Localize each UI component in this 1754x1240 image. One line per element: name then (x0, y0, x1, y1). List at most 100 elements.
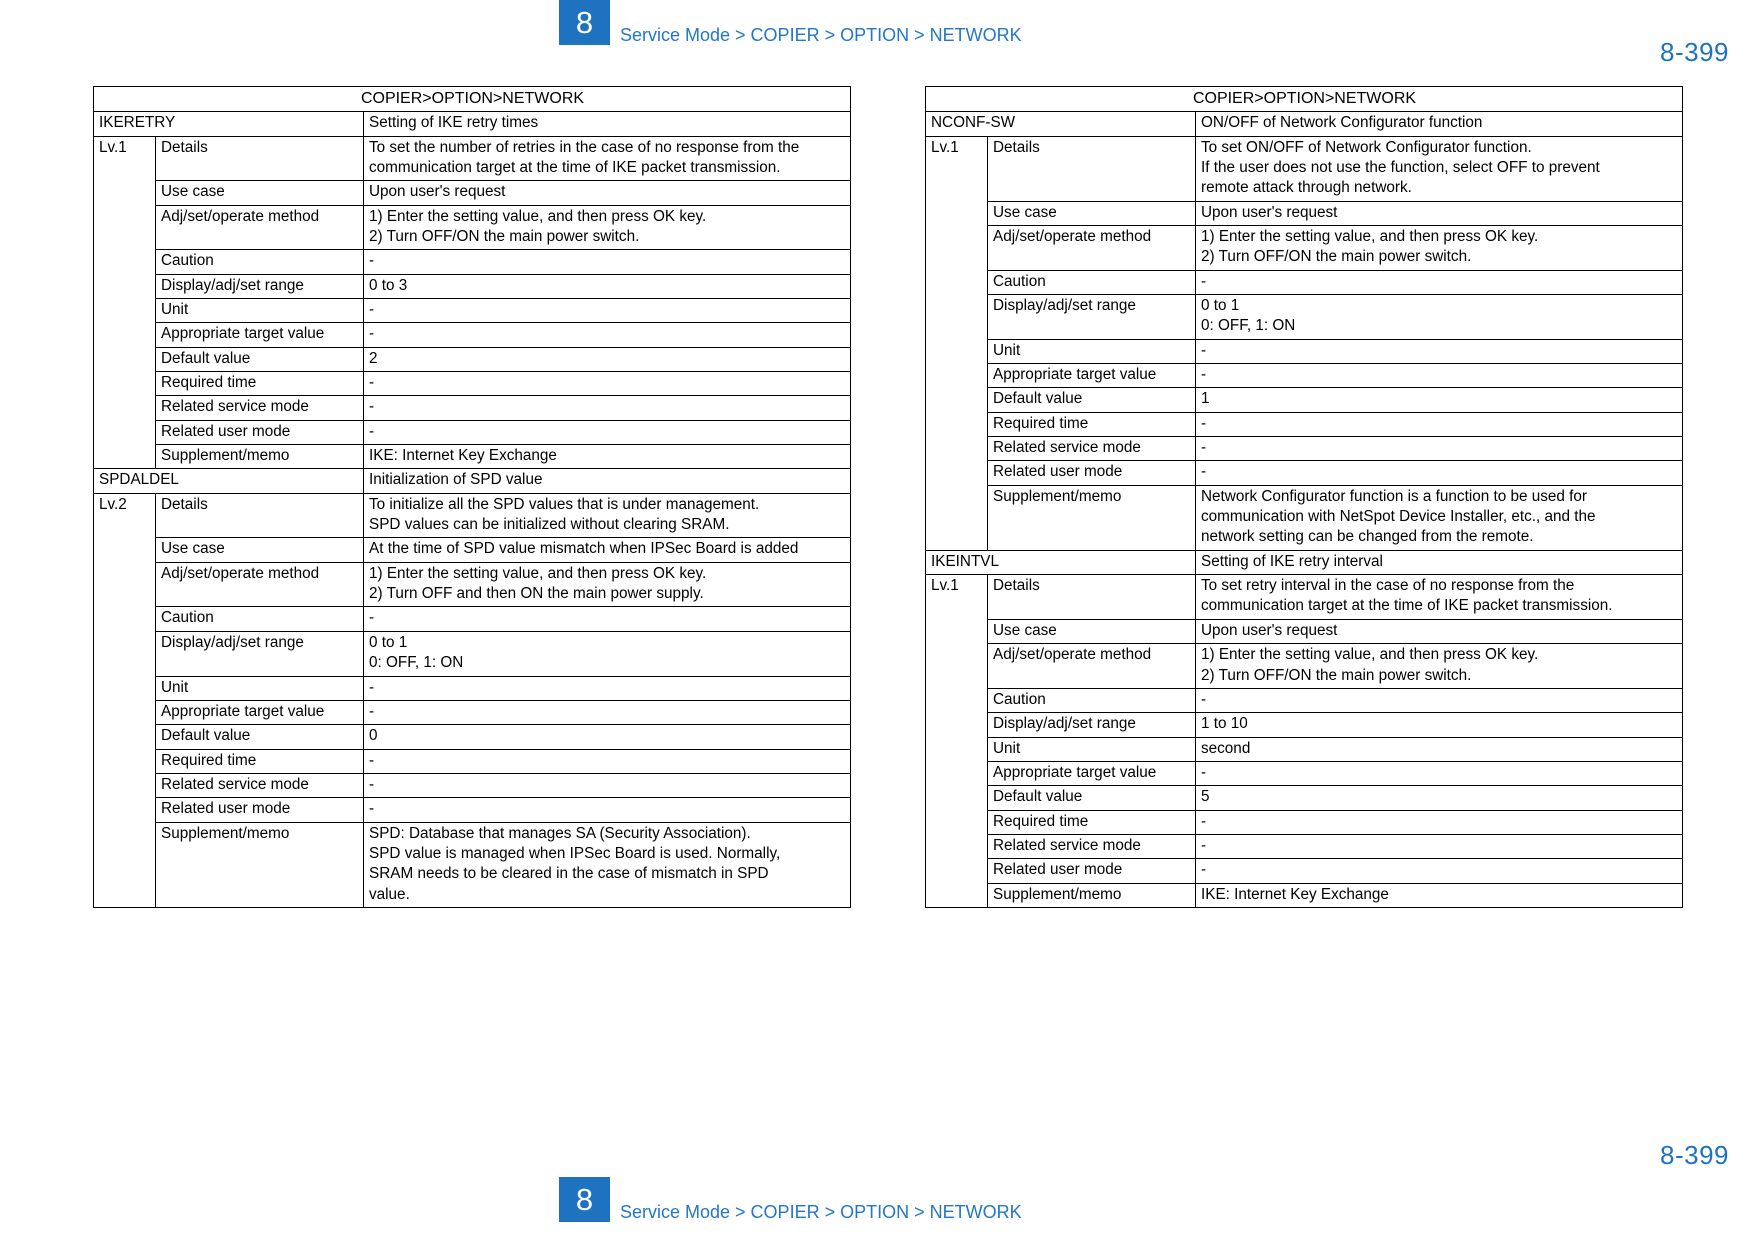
row-value-range: 1 to 10 (1194, 712, 1684, 738)
row-value-method: 1) Enter the setting value, and then pre… (362, 561, 852, 608)
row-label-unit: Unit (155, 298, 364, 324)
table-row: Lv.2 Details To initialize all the SPD val… (93, 492, 852, 908)
row-value-caution: - (362, 249, 852, 275)
row-value-use-case: Upon user's request (1194, 200, 1684, 226)
row-value-use-case: Upon user's request (362, 180, 852, 206)
chapter-badge: 8 (559, 0, 610, 45)
table-row: Display/adj/set range 0 to 1 0: OFF, 1: ON (926, 294, 1684, 340)
row-label-target: Appropriate target value (987, 363, 1196, 389)
row-value-range: 0 to 3 (362, 273, 852, 300)
row-value-default: 5 (1194, 785, 1684, 811)
table-title-row: COPIER>OPTION>NETWORK (924, 85, 1684, 113)
row-label-supplement: Supplement/memo (987, 484, 1196, 551)
row-label-unit: Unit (987, 338, 1196, 365)
table-row: Lv.1 Details To set ON/OFF of Network Conf… (925, 135, 1684, 551)
table-row: Adj/set/operate method 1) Enter the setti… (94, 561, 852, 608)
right-column: COPIER>OPTION>NETWORK NCONF-SW ON/OFF of N… (924, 85, 1684, 908)
row-value-caution: - (1194, 687, 1684, 714)
row-value-details: To set the number of retries in the case… (362, 135, 852, 182)
table-row: Unit - (94, 298, 852, 324)
row-value-method: 1) Enter the setting value, and then pre… (1194, 224, 1684, 271)
row-value-required-time: - (362, 748, 852, 774)
row-label-supplement: Supplement/memo (987, 882, 1196, 908)
row-value-related-service: - (362, 772, 852, 799)
row-value-default: 1 (1194, 387, 1684, 413)
table-row: Appropriate target value - (94, 322, 852, 348)
row-label-supplement: Supplement/memo (155, 444, 364, 470)
row-value-target: - (1194, 760, 1684, 787)
table-row: Lv.1 Details To set retry interval in the … (925, 574, 1684, 908)
row-label-related-user: Related user mode (987, 460, 1196, 486)
service-item-header-row: NCONF-SW ON/OFF of Network Configurator f… (925, 111, 1684, 137)
row-label-target: Appropriate target value (987, 760, 1196, 787)
table-row: Unit - (926, 338, 1684, 365)
service-item-code: IKEINTVL (925, 549, 1196, 576)
row-label-details: Details (155, 135, 364, 182)
row-value-supplement: Network Configurator function is a funct… (1194, 484, 1684, 551)
page-number-top: 8-399 (1660, 37, 1729, 67)
row-label-target: Appropriate target value (155, 322, 364, 348)
table-row: Caution - (94, 249, 852, 275)
table-title: COPIER>OPTION>NETWORK (924, 85, 1684, 113)
row-label-use-case: Use case (987, 618, 1196, 645)
row-label-related-user: Related user mode (987, 858, 1196, 884)
row-value-related-user: - (1194, 858, 1684, 884)
row-value-range: 0 to 1 0: OFF, 1: ON (362, 630, 852, 677)
service-mode-table-left: COPIER>OPTION>NETWORK IKERETRY Setting of … (92, 85, 852, 908)
service-item-header-row: IKERETRY Setting of IKE retry times (93, 111, 852, 137)
service-item-level: Lv.1 (93, 135, 156, 470)
service-item-level: Lv.2 (93, 492, 156, 908)
row-value-required-time: - (1194, 411, 1684, 438)
row-label-related-service: Related service mode (155, 772, 364, 799)
service-item-description: Setting of IKE retry times (362, 111, 852, 137)
row-label-details: Details (987, 135, 1196, 202)
row-label-supplement: Supplement/memo (155, 821, 364, 908)
service-item-code: NCONF-SW (925, 111, 1196, 137)
table-row: Related user mode - (94, 419, 852, 446)
row-label-related-service: Related service mode (987, 833, 1196, 860)
table-row: Caution - (94, 606, 852, 632)
table-row: Use case Upon user's request (94, 180, 852, 206)
row-value-method: 1) Enter the setting value, and then pre… (362, 204, 852, 251)
row-value-supplement: SPD: Database that manages SA (Security … (362, 821, 852, 908)
row-label-unit: Unit (987, 736, 1196, 762)
row-label-related-service: Related service mode (155, 395, 364, 421)
row-label-caution: Caution (987, 687, 1196, 714)
row-label-related-service: Related service mode (987, 436, 1196, 462)
table-row: Lv.1 Details To set the number of retries … (93, 135, 852, 470)
row-value-target: - (1194, 363, 1684, 389)
row-value-caution: - (1194, 269, 1684, 296)
table-row: Appropriate target value - (926, 760, 1684, 787)
row-label-unit: Unit (155, 675, 364, 701)
row-value-range: 0 to 1 0: OFF, 1: ON (1194, 294, 1684, 340)
page-footer: 8-399 8 Service Mode > COPIER > OPTION >… (0, 1140, 1754, 1240)
row-value-unit: - (362, 298, 852, 324)
row-label-range: Display/adj/set range (155, 630, 364, 677)
row-label-range: Display/adj/set range (987, 294, 1196, 340)
row-value-related-user: - (362, 797, 852, 823)
service-item-code: SPDALDEL (93, 468, 364, 494)
table-row: Required time - (926, 809, 1684, 835)
row-value-details: To initialize all the SPD values that is… (362, 492, 852, 539)
chapter-badge-footer: 8 (559, 1177, 610, 1222)
table-row: Unit - (94, 675, 852, 701)
row-label-default: Default value (155, 724, 364, 750)
row-value-unit: - (1194, 338, 1684, 365)
table-row: Use case Upon user's request (926, 618, 1684, 645)
row-label-caution: Caution (155, 606, 364, 632)
row-value-default: 0 (362, 724, 852, 750)
row-value-related-service: - (1194, 833, 1684, 860)
row-label-caution: Caution (155, 249, 364, 275)
row-label-details: Details (987, 574, 1196, 620)
row-value-method: 1) Enter the setting value, and then pre… (1194, 643, 1684, 689)
row-value-related-service: - (1194, 436, 1684, 462)
row-label-default: Default value (155, 346, 364, 373)
row-label-default: Default value (987, 387, 1196, 413)
service-item-header-row: IKEINTVL Setting of IKE retry interval (925, 549, 1684, 576)
table-row: Default value 1 (926, 387, 1684, 413)
table-row: Adj/set/operate method 1) Enter the setti… (94, 204, 852, 251)
table-row: Adj/set/operate method 1) Enter the setti… (926, 224, 1684, 271)
table-row: Related service mode - (926, 833, 1684, 860)
row-label-range: Display/adj/set range (987, 712, 1196, 738)
row-label-method: Adj/set/operate method (155, 204, 364, 251)
